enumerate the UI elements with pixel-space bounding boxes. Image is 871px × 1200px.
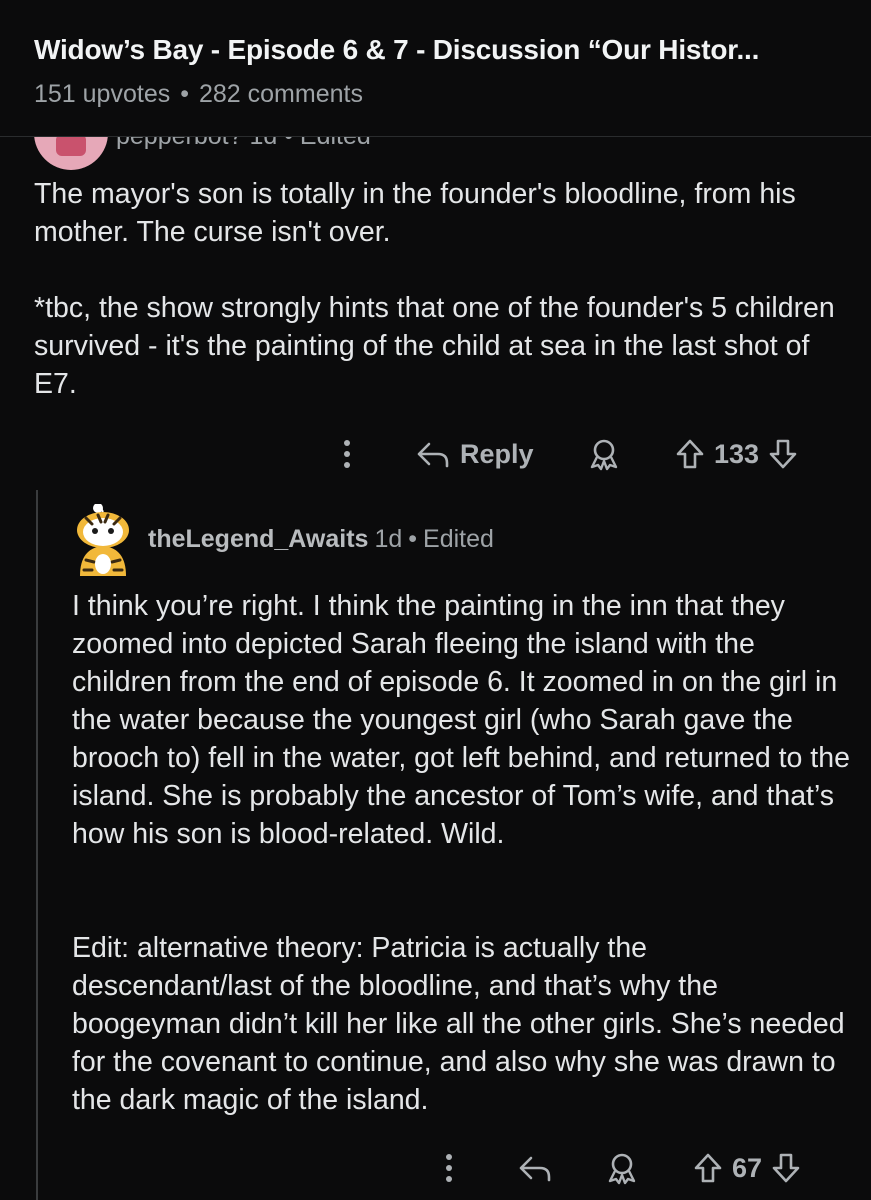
comment-paragraph: *tbc, the show strongly hints that one o… — [34, 292, 835, 400]
meta-separator: • — [408, 525, 418, 553]
vote-group: 133 — [674, 432, 799, 476]
reply-label: Reply — [460, 438, 534, 469]
vote-group: 67 — [692, 1146, 802, 1190]
post-title[interactable]: Widow’s Bay - Episode 6 & 7 - Discussion… — [34, 34, 834, 66]
post-header: Widow’s Bay - Episode 6 & 7 - Discussion… — [0, 0, 871, 137]
vote-count: 133 — [714, 438, 760, 469]
comment-paragraph: I think you’re right. I think the painti… — [72, 590, 850, 850]
more-options-button[interactable] — [340, 432, 354, 476]
comment-count[interactable]: 282 comments — [199, 80, 363, 108]
award-icon — [590, 439, 618, 471]
reply-arrow-icon — [417, 442, 449, 468]
edited-label: Edited — [423, 525, 494, 553]
more-options-button[interactable] — [442, 1146, 456, 1190]
comment-paragraph: Edit: alternative theory: Patricia is ac… — [72, 932, 845, 1116]
comment-username[interactable]: theLegend_Awaits — [148, 525, 368, 553]
more-vertical-icon — [446, 1154, 452, 1182]
reply-button[interactable]: Reply — [416, 432, 534, 476]
upvote-count: 151 upvotes — [34, 80, 171, 108]
avatar-decoration — [56, 134, 86, 156]
thread-line[interactable] — [36, 490, 38, 1200]
award-button[interactable] — [586, 432, 622, 476]
award-button[interactable] — [604, 1146, 640, 1190]
avatar[interactable] — [72, 504, 134, 576]
reply-button[interactable] — [518, 1146, 552, 1190]
meta-separator: • — [180, 80, 189, 108]
comment-paragraph: The mayor's son is totally in the founde… — [34, 178, 796, 248]
reply-arrow-icon — [519, 1156, 551, 1182]
comment-timestamp: 1d — [374, 525, 403, 553]
comment-author-meta: theLegend_Awaits 1d • Edited — [148, 525, 494, 554]
downvote-arrow-icon[interactable] — [767, 438, 799, 470]
downvote-arrow-icon[interactable] — [770, 1152, 802, 1184]
more-vertical-icon — [344, 440, 350, 468]
post-meta: 151 upvotes • 282 comments — [34, 80, 363, 109]
comment-actions: 67 — [0, 1146, 871, 1190]
upvote-arrow-icon[interactable] — [674, 438, 706, 470]
comment-actions: Reply 133 — [0, 432, 871, 476]
award-icon — [608, 1153, 636, 1185]
vote-count: 67 — [732, 1152, 763, 1183]
upvote-arrow-icon[interactable] — [692, 1152, 724, 1184]
